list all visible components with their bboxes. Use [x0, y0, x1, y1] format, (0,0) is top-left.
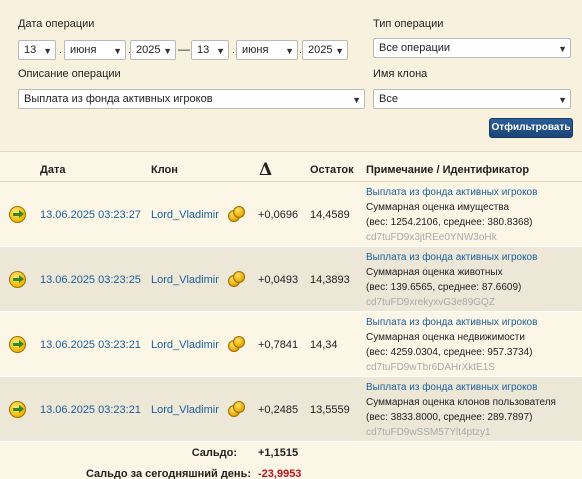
chevron-down-icon: ▼ — [216, 46, 225, 56]
description-value: Выплата из фонда активных игроков — [24, 93, 213, 105]
note-id: cd7tuFD9wTbr6DAHrXktE1S — [366, 362, 495, 373]
row-date[interactable]: 13.06.2025 03:23:25 — [40, 274, 141, 286]
date-label: Дата операции — [18, 18, 95, 30]
row-balance: 14,34 — [310, 339, 338, 351]
date-dot-1: . — [59, 45, 62, 56]
operation-type-select[interactable]: Все операции ▼ — [373, 38, 571, 58]
header-clone[interactable]: Клон — [151, 164, 178, 176]
table-row: 13.06.2025 03:23:27 Lord_Vladimir +0,069… — [0, 182, 582, 247]
date-range-separator: — — [178, 42, 190, 56]
table-row: 13.06.2025 03:23:25 Lord_Vladimir +0,049… — [0, 247, 582, 312]
row-delta: +0,0696 — [258, 209, 299, 221]
note-title-link[interactable]: Выплата из фонда активных игроков — [366, 315, 580, 330]
filter-panel: Дата операции Тип операции 13 ▼ . июня ▼ .… — [0, 0, 582, 152]
note-title-link[interactable]: Выплата из фонда активных игроков — [366, 185, 580, 200]
date-to-month-select[interactable]: июня ▼ — [236, 40, 298, 60]
saldo-value: +1,1515 — [258, 447, 299, 459]
arrow-right-icon[interactable] — [9, 271, 26, 288]
filter-button[interactable]: Отфильтровать — [489, 118, 573, 138]
date-from-day-value: 13 — [24, 44, 37, 56]
chevron-down-icon: ▼ — [558, 44, 567, 54]
note-line: (вес: 1254.2106, среднее: 380.8368) — [366, 217, 533, 228]
operation-type-value: Все операции — [379, 42, 451, 54]
row-balance: 14,3893 — [310, 274, 350, 286]
chevron-down-icon: ▼ — [113, 46, 122, 56]
row-delta: +0,0493 — [258, 274, 299, 286]
row-note: Выплата из фонда активных игроков Суммар… — [366, 380, 580, 440]
header-delta[interactable]: Δ — [259, 160, 272, 180]
date-from-month-value: июня — [70, 44, 97, 56]
note-line: (вес: 139.6565, среднее: 87.6609) — [366, 282, 522, 293]
saldo-label: Сальдо: — [191, 447, 237, 459]
note-line: Суммарная оценка имущества — [366, 202, 510, 213]
coins-icon — [228, 401, 246, 419]
chevron-down-icon: ▼ — [335, 46, 344, 56]
date-to-day-select[interactable]: 13 ▼ — [191, 40, 229, 60]
clone-label: Имя клона — [373, 68, 428, 80]
arrow-right-icon[interactable] — [9, 206, 26, 223]
date-to-year-select[interactable]: 2025 ▼ — [302, 40, 348, 60]
chevron-down-icon: ▼ — [558, 95, 567, 105]
chevron-down-icon: ▼ — [163, 46, 172, 56]
clone-value: Все — [379, 93, 398, 105]
row-delta: +0,7841 — [258, 339, 299, 351]
header-note: Примечание / Идентификатор — [366, 164, 530, 176]
note-id: cd7tuFD9x3jtREe0YNW3oHk — [366, 232, 497, 243]
date-to-month-value: июня — [242, 44, 269, 56]
row-clone[interactable]: Lord_Vladimir — [151, 404, 219, 416]
row-balance: 14,4589 — [310, 209, 350, 221]
note-title-link[interactable]: Выплата из фонда активных игроков — [366, 380, 580, 395]
date-from-year-value: 2025 — [136, 44, 161, 56]
description-select[interactable]: Выплата из фонда активных игроков ▼ — [18, 89, 365, 109]
arrow-right-icon[interactable] — [9, 401, 26, 418]
today-saldo-value: -23,9953 — [258, 468, 302, 479]
date-from-day-select[interactable]: 13 ▼ — [18, 40, 56, 60]
chevron-down-icon: ▼ — [352, 95, 361, 105]
date-to-year-value: 2025 — [308, 44, 333, 56]
note-title-link[interactable]: Выплата из фонда активных игроков — [366, 250, 580, 265]
row-clone[interactable]: Lord_Vladimir — [151, 339, 219, 351]
row-note: Выплата из фонда активных игроков Суммар… — [366, 185, 580, 245]
type-label: Тип операции — [373, 18, 444, 30]
note-line: Суммарная оценка животных — [366, 267, 503, 278]
coins-icon — [228, 206, 246, 224]
note-line: Суммарная оценка клонов пользователя — [366, 397, 556, 408]
date-from-year-select[interactable]: 2025 ▼ — [130, 40, 176, 60]
note-id: cd7tuFD9xrekyxvG3e89GQZ — [366, 297, 495, 308]
table-header: Дата Клон Δ Остаток Примечание / Идентиф… — [0, 152, 582, 182]
note-line: (вес: 4259.0304, среднее: 957.3734) — [366, 347, 533, 358]
row-clone[interactable]: Lord_Vladimir — [151, 209, 219, 221]
row-date[interactable]: 13.06.2025 03:23:27 — [40, 209, 141, 221]
coins-icon — [228, 271, 246, 289]
header-date[interactable]: Дата — [40, 164, 65, 176]
row-note: Выплата из фонда активных игроков Суммар… — [366, 250, 580, 310]
coins-icon — [228, 336, 246, 354]
note-id: cd7tuFD9wSSM57Ylt4ptzy1 — [366, 427, 491, 438]
note-line: Суммарная оценка недвижимости — [366, 332, 525, 343]
chevron-down-icon: ▼ — [285, 46, 294, 56]
arrow-right-icon[interactable] — [9, 336, 26, 353]
table-row: 13.06.2025 03:23:21 Lord_Vladimir +0,784… — [0, 312, 582, 377]
date-dot-3: . — [232, 45, 235, 56]
table-row: 13.06.2025 03:23:21 Lord_Vladimir +0,248… — [0, 377, 582, 442]
clone-select[interactable]: Все ▼ — [373, 89, 571, 109]
row-clone[interactable]: Lord_Vladimir — [151, 274, 219, 286]
row-delta: +0,2485 — [258, 404, 299, 416]
description-label: Описание операции — [18, 68, 121, 80]
note-line: (вес: 3833.8000, среднее: 289.7897) — [366, 412, 533, 423]
row-note: Выплата из фонда активных игроков Суммар… — [366, 315, 580, 375]
chevron-down-icon: ▼ — [43, 46, 52, 56]
date-to-day-value: 13 — [197, 44, 210, 56]
header-balance[interactable]: Остаток — [310, 164, 354, 176]
row-date[interactable]: 13.06.2025 03:23:21 — [40, 339, 141, 351]
date-from-month-select[interactable]: июня ▼ — [64, 40, 126, 60]
today-saldo-label: Сальдо за сегодняшний день: — [85, 468, 251, 479]
row-balance: 13,5559 — [310, 404, 350, 416]
row-date[interactable]: 13.06.2025 03:23:21 — [40, 404, 141, 416]
